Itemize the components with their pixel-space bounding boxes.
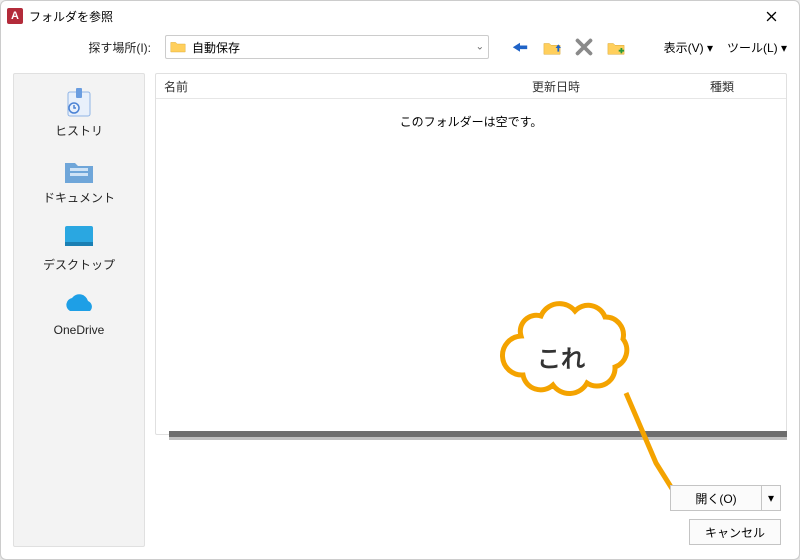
delete-x-icon bbox=[575, 38, 593, 56]
close-icon bbox=[766, 11, 777, 22]
right-toolbar: 表示(V) ▾ ツール(L) ▾ bbox=[664, 39, 787, 56]
column-name[interactable]: 名前 bbox=[156, 78, 524, 95]
sidebar-item-label: デスクトップ bbox=[43, 256, 115, 273]
places-sidebar: ヒストリ ドキュメント デスクトップ OneDrive bbox=[13, 73, 145, 547]
app-icon bbox=[7, 8, 23, 24]
empty-folder-message: このフォルダーは空です。 bbox=[156, 99, 786, 130]
sidebar-item-desktop[interactable]: デスクトップ bbox=[14, 216, 144, 283]
new-folder-button[interactable] bbox=[607, 38, 625, 56]
history-icon bbox=[62, 88, 96, 118]
dialog-window: フォルダを参照 探す場所(I): 自動保存 ⌄ bbox=[0, 0, 800, 560]
sidebar-item-label: ドキュメント bbox=[43, 189, 115, 206]
horizontal-scrollbar[interactable] bbox=[155, 433, 787, 443]
title-bar: フォルダを参照 bbox=[1, 1, 799, 31]
close-button[interactable] bbox=[749, 1, 793, 31]
cancel-button[interactable]: キャンセル bbox=[689, 519, 781, 545]
up-folder-button[interactable] bbox=[543, 38, 561, 56]
sidebar-item-label: OneDrive bbox=[54, 323, 105, 337]
column-type[interactable]: 種類 bbox=[702, 78, 786, 95]
sidebar-item-history[interactable]: ヒストリ bbox=[14, 82, 144, 149]
look-in-row: 探す場所(I): 自動保存 ⌄ 表示(V) ▾ ツール(L) ▾ bbox=[1, 31, 799, 69]
column-headers: 名前 更新日時 種類 bbox=[156, 74, 786, 99]
new-folder-icon bbox=[607, 39, 625, 55]
nav-icons bbox=[511, 38, 625, 56]
delete-button[interactable] bbox=[575, 38, 593, 56]
open-button[interactable]: 開く(O) bbox=[670, 485, 761, 511]
dialog-title: フォルダを参照 bbox=[29, 8, 749, 25]
up-folder-icon bbox=[543, 39, 561, 55]
onedrive-icon bbox=[62, 289, 96, 319]
documents-icon bbox=[62, 155, 96, 185]
back-arrow-icon bbox=[511, 41, 529, 54]
chevron-down-icon: ⌄ bbox=[476, 42, 484, 53]
view-menu[interactable]: 表示(V) ▾ bbox=[664, 39, 713, 56]
tools-menu[interactable]: ツール(L) ▾ bbox=[727, 39, 787, 56]
sidebar-item-documents[interactable]: ドキュメント bbox=[14, 149, 144, 216]
desktop-icon bbox=[62, 222, 96, 252]
file-list-area: 名前 更新日時 種類 このフォルダーは空です。 bbox=[155, 73, 787, 435]
open-button-row: 開く(O) ▾ bbox=[670, 485, 781, 511]
caret-down-icon: ▾ bbox=[768, 491, 774, 505]
look-in-dropdown[interactable]: 自動保存 ⌄ bbox=[165, 35, 489, 59]
back-button[interactable] bbox=[511, 38, 529, 56]
column-date[interactable]: 更新日時 bbox=[524, 78, 702, 95]
look-in-label: 探す場所(I): bbox=[13, 39, 157, 56]
open-button-dropdown[interactable]: ▾ bbox=[761, 485, 781, 511]
folder-icon bbox=[170, 40, 186, 54]
dialog-buttons: 開く(O) ▾ キャンセル bbox=[670, 485, 781, 545]
look-in-value: 自動保存 bbox=[192, 39, 240, 56]
sidebar-item-onedrive[interactable]: OneDrive bbox=[14, 283, 144, 347]
sidebar-item-label: ヒストリ bbox=[55, 122, 103, 139]
